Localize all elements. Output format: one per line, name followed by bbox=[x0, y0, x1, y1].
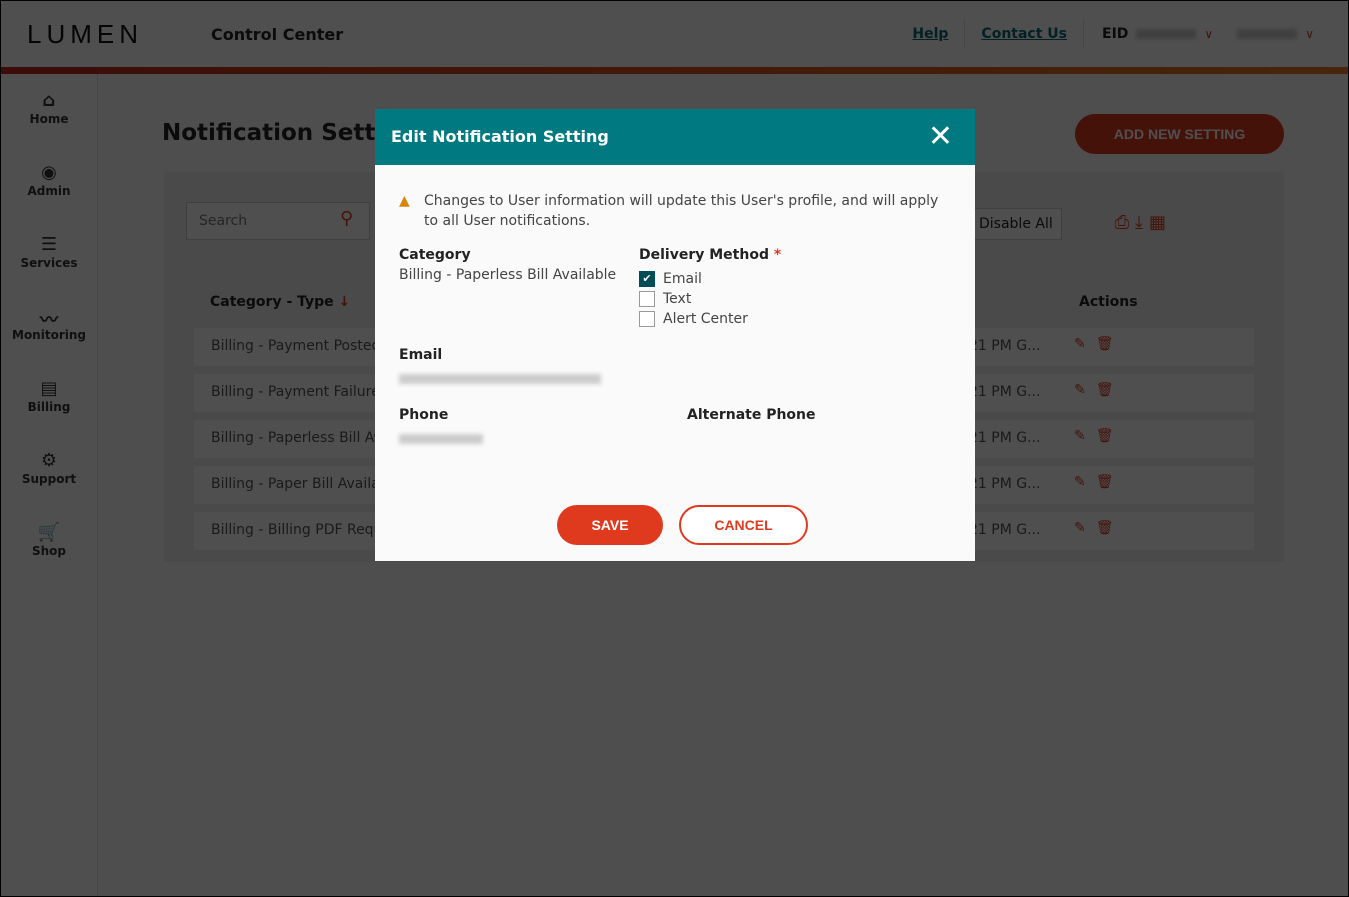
phone-label: Phone bbox=[399, 407, 449, 423]
table-settings-icon[interactable]: ▦ bbox=[1149, 212, 1172, 233]
services-icon: ☰ bbox=[40, 234, 58, 255]
sidebar-item-monitoring[interactable]: 〰 Monitoring bbox=[1, 290, 97, 362]
edit-pencil-icon[interactable]: ✎ bbox=[1074, 474, 1096, 490]
toolbar-icons: ⎙⤓▦ bbox=[1115, 212, 1172, 233]
delivery-method-text: Delivery Method bbox=[639, 247, 769, 263]
warning-text: Changes to User information will update … bbox=[424, 193, 939, 229]
row-time: 21 PM G... bbox=[969, 476, 1041, 492]
checkbox-label: Email bbox=[663, 271, 702, 287]
email-value-redacted bbox=[399, 374, 601, 384]
text-checkbox[interactable]: Text bbox=[639, 291, 691, 307]
top-header: LUMEN Control Center Help Contact Us EID… bbox=[1, 1, 1348, 67]
sidebar-item-label: Billing bbox=[27, 400, 71, 414]
email-checkbox[interactable]: ✔ Email bbox=[639, 271, 702, 287]
delivery-method-label: Delivery Method * bbox=[639, 247, 781, 263]
warning-icon: ▲ bbox=[399, 193, 410, 209]
row-time: 21 PM G... bbox=[969, 522, 1041, 538]
modal-title: Edit Notification Setting bbox=[391, 127, 609, 146]
lumen-logo[interactable]: LUMEN bbox=[27, 19, 143, 50]
trash-icon[interactable]: 🗑 bbox=[1096, 428, 1124, 444]
disable-all-button[interactable]: Disable All bbox=[968, 208, 1062, 240]
checkbox-label: Alert Center bbox=[663, 311, 748, 327]
home-icon: ⌂ bbox=[42, 90, 56, 111]
contact-us-link[interactable]: Contact Us bbox=[965, 19, 1084, 49]
sidebar-item-support[interactable]: ⚙ Support bbox=[1, 434, 97, 506]
user-menu[interactable] bbox=[1237, 29, 1298, 39]
save-button[interactable]: SAVE bbox=[557, 505, 663, 545]
search-icon[interactable]: ⚲ bbox=[340, 208, 353, 229]
sidebar-item-label: Shop bbox=[31, 544, 67, 558]
warning-message: ▲ Changes to User information will update… bbox=[399, 191, 955, 231]
help-link[interactable]: Help bbox=[896, 19, 966, 49]
cancel-button[interactable]: CANCEL bbox=[679, 505, 808, 545]
billing-icon: ▤ bbox=[40, 378, 58, 399]
column-label: Category - Type bbox=[210, 294, 334, 310]
brand-bar bbox=[1, 67, 1348, 74]
edit-pencil-icon[interactable]: ✎ bbox=[1074, 336, 1096, 352]
sidebar-item-billing[interactable]: ▤ Billing bbox=[1, 362, 97, 434]
monitoring-icon: 〰 bbox=[40, 310, 58, 331]
sidebar-item-label: Home bbox=[29, 112, 69, 126]
row-category: Billing - Payment Failure bbox=[211, 384, 380, 400]
sidebar-item-label: Services bbox=[20, 256, 78, 270]
sidebar-item-shop[interactable]: 🛒 Shop bbox=[1, 506, 97, 578]
row-time: 21 PM G... bbox=[969, 338, 1041, 354]
category-value: Billing - Paperless Bill Available bbox=[399, 267, 617, 283]
sidebar-item-home[interactable]: ⌂ Home bbox=[1, 74, 97, 146]
sidebar-item-services[interactable]: ☰ Services bbox=[1, 218, 97, 290]
alternate-phone-label: Alternate Phone bbox=[687, 407, 816, 423]
app-title: Control Center bbox=[211, 24, 344, 44]
checkbox-checked-icon[interactable]: ✔ bbox=[639, 271, 655, 287]
sidebar-item-label: Monitoring bbox=[12, 328, 86, 342]
column-actions: Actions bbox=[1079, 294, 1138, 310]
print-icon[interactable]: ⎙ bbox=[1115, 212, 1135, 233]
eid-label: EID bbox=[1102, 26, 1129, 42]
edit-notification-modal: Edit Notification Setting ✕ ▲ Changes to … bbox=[375, 109, 975, 561]
close-icon[interactable]: ✕ bbox=[928, 119, 953, 154]
eid-chevron-down-icon[interactable]: ∨ bbox=[1204, 27, 1213, 41]
checkbox-unchecked-icon[interactable] bbox=[639, 311, 655, 327]
sidebar-item-admin[interactable]: ◉ Admin bbox=[1, 146, 97, 218]
download-icon[interactable]: ⤓ bbox=[1135, 212, 1149, 233]
required-mark: * bbox=[773, 247, 782, 263]
trash-icon[interactable]: 🗑 bbox=[1096, 336, 1124, 352]
trash-icon[interactable]: 🗑 bbox=[1096, 474, 1124, 490]
sort-arrow-down-icon[interactable]: ↓ bbox=[339, 294, 351, 310]
user-chevron-down-icon[interactable]: ∨ bbox=[1305, 27, 1314, 41]
eid-value bbox=[1136, 29, 1197, 39]
sidebar-item-label: Support bbox=[21, 472, 77, 486]
email-label: Email bbox=[399, 347, 443, 363]
row-category: Billing - Paper Bill Available bbox=[211, 476, 402, 492]
checkbox-label: Text bbox=[663, 291, 692, 307]
add-new-setting-button[interactable]: ADD NEW SETTING bbox=[1075, 114, 1284, 154]
alert-center-checkbox[interactable]: Alert Center bbox=[639, 311, 748, 327]
trash-icon[interactable]: 🗑 bbox=[1096, 520, 1124, 536]
admin-icon: ◉ bbox=[41, 162, 57, 183]
row-time: 21 PM G... bbox=[969, 384, 1041, 400]
shop-icon: 🛒 bbox=[37, 522, 61, 543]
modal-header: Edit Notification Setting ✕ bbox=[375, 109, 975, 165]
column-category-type[interactable]: Category - Type ↓ bbox=[210, 294, 350, 310]
row-time: 21 PM G... bbox=[969, 430, 1041, 446]
sidebar-item-label: Admin bbox=[27, 184, 71, 198]
row-category: Billing - Payment Posted bbox=[211, 338, 381, 354]
edit-pencil-icon[interactable]: ✎ bbox=[1074, 520, 1096, 536]
edit-pencil-icon[interactable]: ✎ bbox=[1074, 382, 1096, 398]
checkbox-unchecked-icon[interactable] bbox=[639, 291, 655, 307]
sidebar: ⌂ Home ◉ Admin ☰ Services 〰 Monitoring ▤ Billing ⚙… bbox=[1, 74, 98, 896]
category-label: Category bbox=[399, 247, 471, 263]
support-icon: ⚙ bbox=[40, 450, 58, 471]
phone-value-redacted bbox=[399, 434, 483, 444]
trash-icon[interactable]: 🗑 bbox=[1096, 382, 1124, 398]
edit-pencil-icon[interactable]: ✎ bbox=[1074, 428, 1096, 444]
